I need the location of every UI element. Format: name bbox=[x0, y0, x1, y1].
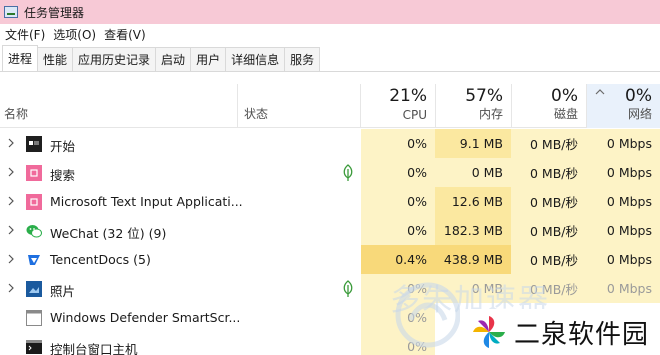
memory-value: 0 MB bbox=[435, 158, 511, 187]
chevron-right-icon[interactable] bbox=[6, 224, 16, 236]
header-name[interactable]: 名称 bbox=[0, 84, 237, 128]
wechat-icon bbox=[26, 225, 42, 238]
process-name: WeChat (32 位) (9) bbox=[50, 226, 167, 241]
tab-processes[interactable]: 进程 bbox=[2, 45, 39, 71]
header-memory[interactable]: 57% 内存 bbox=[436, 84, 511, 128]
process-name: 搜索 bbox=[50, 168, 76, 183]
process-row-wechat[interactable]: WeChat (32 位) (9) 0% 182.3 MB 0 MB/秒 0 M… bbox=[0, 216, 660, 245]
header-memory-label: 内存 bbox=[478, 107, 503, 121]
watermark: 二泉软件园 bbox=[460, 309, 660, 355]
menu-file[interactable]: 文件(F) bbox=[2, 26, 48, 43]
disk-total: 0% bbox=[551, 86, 578, 106]
cpu-value: 0% bbox=[361, 216, 435, 245]
tab-services[interactable]: 服务 bbox=[284, 47, 321, 71]
network-total: 0% bbox=[625, 86, 652, 106]
watermark-text: 二泉软件园 bbox=[514, 319, 650, 350]
cpu-value: 0% bbox=[361, 129, 435, 158]
tab-details[interactable]: 详细信息 bbox=[225, 47, 286, 71]
chevron-right-icon[interactable] bbox=[6, 195, 16, 207]
pinwheel-logo-icon bbox=[473, 316, 505, 348]
header-cpu-label: CPU bbox=[402, 108, 427, 122]
process-row-search[interactable]: 搜索 0% 0 MB 0 MB/秒 0 Mbps bbox=[0, 158, 660, 187]
process-row-start[interactable]: 开始 0% 9.1 MB 0 MB/秒 0 Mbps bbox=[0, 129, 660, 158]
cpu-value: 0.4% bbox=[361, 245, 435, 274]
chevron-right-icon[interactable] bbox=[6, 282, 16, 294]
header-status-label: 状态 bbox=[244, 107, 269, 121]
photos-icon bbox=[26, 281, 42, 297]
task-manager-icon bbox=[4, 6, 18, 18]
header-disk-label: 磁盘 bbox=[553, 107, 578, 121]
network-value: 0 Mbps bbox=[586, 187, 660, 216]
process-row-tencentdocs[interactable]: TencentDocs (5) 0.4% 438.9 MB 0 MB/秒 0 M… bbox=[0, 245, 660, 274]
search-app-icon bbox=[26, 165, 42, 181]
tab-bar: 进程 性能 应用历史记录 启动 用户 详细信息 服务 bbox=[0, 45, 660, 72]
tab-users[interactable]: 用户 bbox=[190, 47, 227, 71]
disk-value: 0 MB/秒 bbox=[511, 129, 586, 158]
header-cpu[interactable]: 21% CPU bbox=[361, 84, 435, 128]
header-network-label: 网络 bbox=[627, 107, 652, 121]
tab-app-history[interactable]: 应用历史记录 bbox=[72, 47, 157, 71]
network-value: 0 Mbps bbox=[586, 245, 660, 274]
defender-icon bbox=[26, 310, 42, 326]
process-name: TencentDocs (5) bbox=[50, 252, 151, 267]
window-title: 任务管理器 bbox=[24, 5, 85, 20]
text-input-icon bbox=[26, 194, 42, 210]
disk-value: 0 MB/秒 bbox=[511, 216, 586, 245]
suspended-leaf-icon bbox=[343, 164, 353, 181]
disk-value: 0 MB/秒 bbox=[511, 245, 586, 274]
start-icon bbox=[26, 136, 42, 152]
menu-view[interactable]: 查看(V) bbox=[101, 26, 149, 43]
cpu-value: 0% bbox=[361, 158, 435, 187]
cpu-value: 0% bbox=[361, 187, 435, 216]
memory-value: 182.3 MB bbox=[435, 216, 511, 245]
network-value: 0 Mbps bbox=[586, 129, 660, 158]
disk-value: 0 MB/秒 bbox=[511, 158, 586, 187]
process-name: 控制台窗口主机 bbox=[50, 342, 138, 355]
memory-total: 57% bbox=[465, 86, 503, 106]
process-name: 照片 bbox=[50, 284, 76, 299]
chevron-right-icon[interactable] bbox=[6, 253, 16, 265]
header-status[interactable]: 状态 bbox=[238, 84, 360, 128]
memory-value: 9.1 MB bbox=[435, 129, 511, 158]
chevron-right-icon[interactable] bbox=[6, 166, 16, 178]
console-icon bbox=[26, 340, 42, 354]
process-name: Windows Defender SmartScr... bbox=[50, 310, 241, 325]
tab-performance[interactable]: 性能 bbox=[37, 47, 74, 71]
process-name: Microsoft Text Input Applicati... bbox=[50, 194, 243, 209]
sort-ascending-icon bbox=[595, 89, 605, 95]
tencentdocs-icon bbox=[28, 255, 40, 265]
memory-value: 438.9 MB bbox=[435, 245, 511, 274]
memory-value: 12.6 MB bbox=[435, 187, 511, 216]
network-value: 0 Mbps bbox=[586, 216, 660, 245]
process-name: 开始 bbox=[50, 139, 76, 154]
menu-options[interactable]: 选项(O) bbox=[50, 26, 99, 43]
cpu-total: 21% bbox=[389, 86, 427, 106]
title-bar: 任务管理器 bbox=[0, 0, 660, 24]
suspended-leaf-icon bbox=[343, 280, 353, 297]
network-value: 0 Mbps bbox=[586, 158, 660, 187]
menu-bar: 文件(F) 选项(O) 查看(V) bbox=[0, 24, 660, 44]
header-name-label: 名称 bbox=[4, 107, 29, 121]
column-header: 名称 状态 21% CPU 57% 内存 0% 磁盘 0% 网络 bbox=[0, 84, 660, 128]
chevron-right-icon[interactable] bbox=[6, 137, 16, 149]
process-row-text-input[interactable]: Microsoft Text Input Applicati... 0% 12.… bbox=[0, 187, 660, 216]
tab-startup[interactable]: 启动 bbox=[155, 47, 192, 71]
header-network[interactable]: 0% 网络 bbox=[587, 84, 660, 128]
disk-value: 0 MB/秒 bbox=[511, 187, 586, 216]
header-disk[interactable]: 0% 磁盘 bbox=[512, 84, 586, 128]
